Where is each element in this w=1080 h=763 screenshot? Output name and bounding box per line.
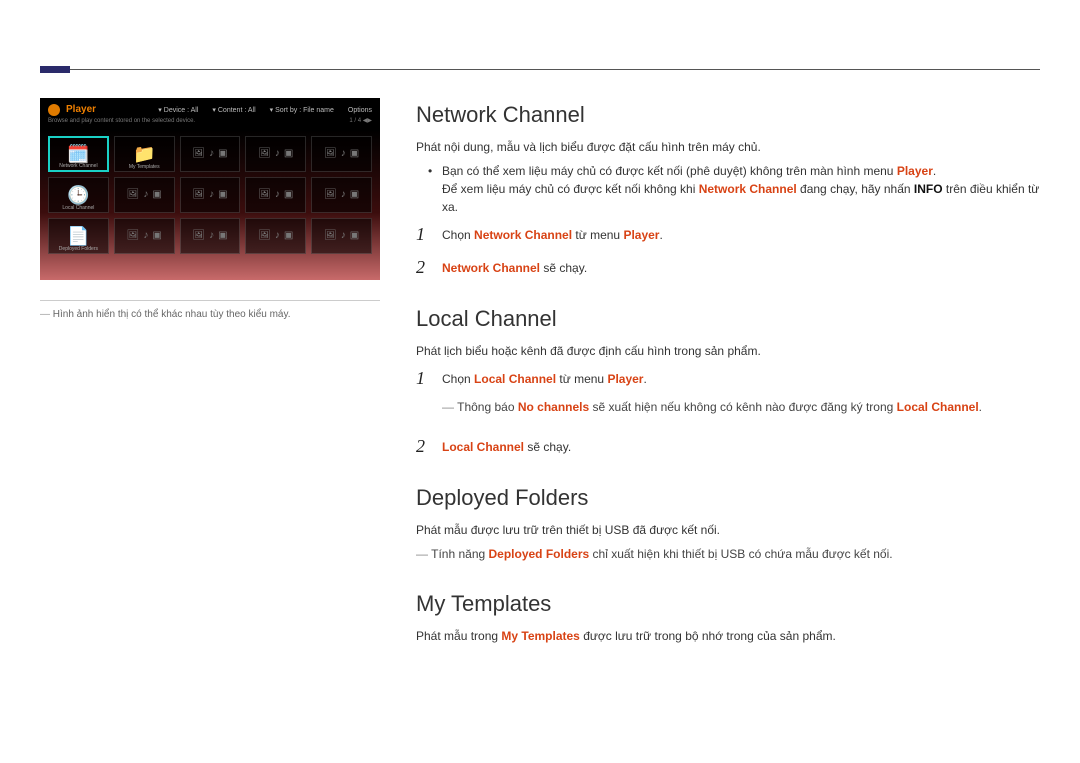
lc-intro: Phát lịch biểu hoặc kênh đã được định cấ… bbox=[416, 342, 1040, 360]
tile-generic: 🖼♪▣ bbox=[180, 177, 241, 213]
screenshot-caption: Hình ảnh hiển thị có thể khác nhau tùy t… bbox=[40, 307, 380, 322]
tile-deployed-folders: 📄 Deployed Folders bbox=[48, 218, 109, 254]
step-number: 2 bbox=[416, 436, 430, 457]
tile-generic: 🖼♪▣ bbox=[180, 218, 241, 254]
filter-sort: ▾ Sort by : File name bbox=[270, 107, 334, 114]
heading-deployed-folders: Deployed Folders bbox=[416, 485, 1040, 511]
tile-generic: 🖼♪▣ bbox=[245, 177, 306, 213]
tile-generic: 🖼♪▣ bbox=[114, 218, 175, 254]
options-label: Options bbox=[348, 107, 372, 114]
tile-generic: 🖼♪▣ bbox=[311, 177, 372, 213]
player-badge-icon bbox=[48, 104, 60, 116]
player-sub-left: Browse and play content stored on the se… bbox=[48, 118, 195, 124]
tile-generic: 🖼♪▣ bbox=[245, 218, 306, 254]
tile-local-channel: 🕒 Local Channel bbox=[48, 177, 109, 213]
nc-intro: Phát nội dung, mẫu và lịch biểu được đặt… bbox=[416, 138, 1040, 156]
heading-my-templates: My Templates bbox=[416, 591, 1040, 617]
tile-generic: 🖼♪▣ bbox=[114, 177, 175, 213]
step-number: 1 bbox=[416, 368, 430, 389]
heading-network-channel: Network Channel bbox=[416, 102, 1040, 128]
lc-step1: Chọn Local Channel từ menu Player. Thông… bbox=[442, 368, 982, 424]
nc-bullet-1: Bạn có thể xem liệu máy chủ có được kết … bbox=[442, 162, 1040, 216]
filter-device: ▾ Device : All bbox=[158, 107, 198, 114]
caption-rule bbox=[40, 300, 380, 301]
tile-generic: 🖼♪▣ bbox=[311, 218, 372, 254]
tile-my-templates: 📁 My Templates bbox=[114, 136, 175, 172]
tile-generic: 🖼♪▣ bbox=[180, 136, 241, 172]
step-number: 1 bbox=[416, 224, 430, 245]
df-note: Tính năng Deployed Folders chỉ xuất hiện… bbox=[416, 545, 1040, 563]
nc-step1: Chọn Network Channel từ menu Player. bbox=[442, 224, 663, 244]
player-screenshot: Player ▾ Device : All ▾ Content : All ▾ … bbox=[40, 98, 380, 280]
df-intro: Phát mẫu được lưu trữ trên thiết bị USB … bbox=[416, 521, 1040, 539]
heading-local-channel: Local Channel bbox=[416, 306, 1040, 332]
filter-content: ▾ Content : All bbox=[212, 107, 255, 114]
step-number: 2 bbox=[416, 257, 430, 278]
player-sub-right: 1 / 4 ◀▶ bbox=[349, 118, 372, 124]
header-rule bbox=[40, 60, 1040, 70]
player-title: Player bbox=[66, 105, 96, 115]
lc-step2: Local Channel sẽ chạy. bbox=[442, 436, 571, 456]
nc-step2: Network Channel sẽ chạy. bbox=[442, 257, 587, 277]
mt-intro: Phát mẫu trong My Templates được lưu trữ… bbox=[416, 627, 1040, 645]
tile-generic: 🖼♪▣ bbox=[245, 136, 306, 172]
tile-generic: 🖼♪▣ bbox=[311, 136, 372, 172]
tile-network-channel: 🗓️ Network Channel bbox=[48, 136, 109, 172]
